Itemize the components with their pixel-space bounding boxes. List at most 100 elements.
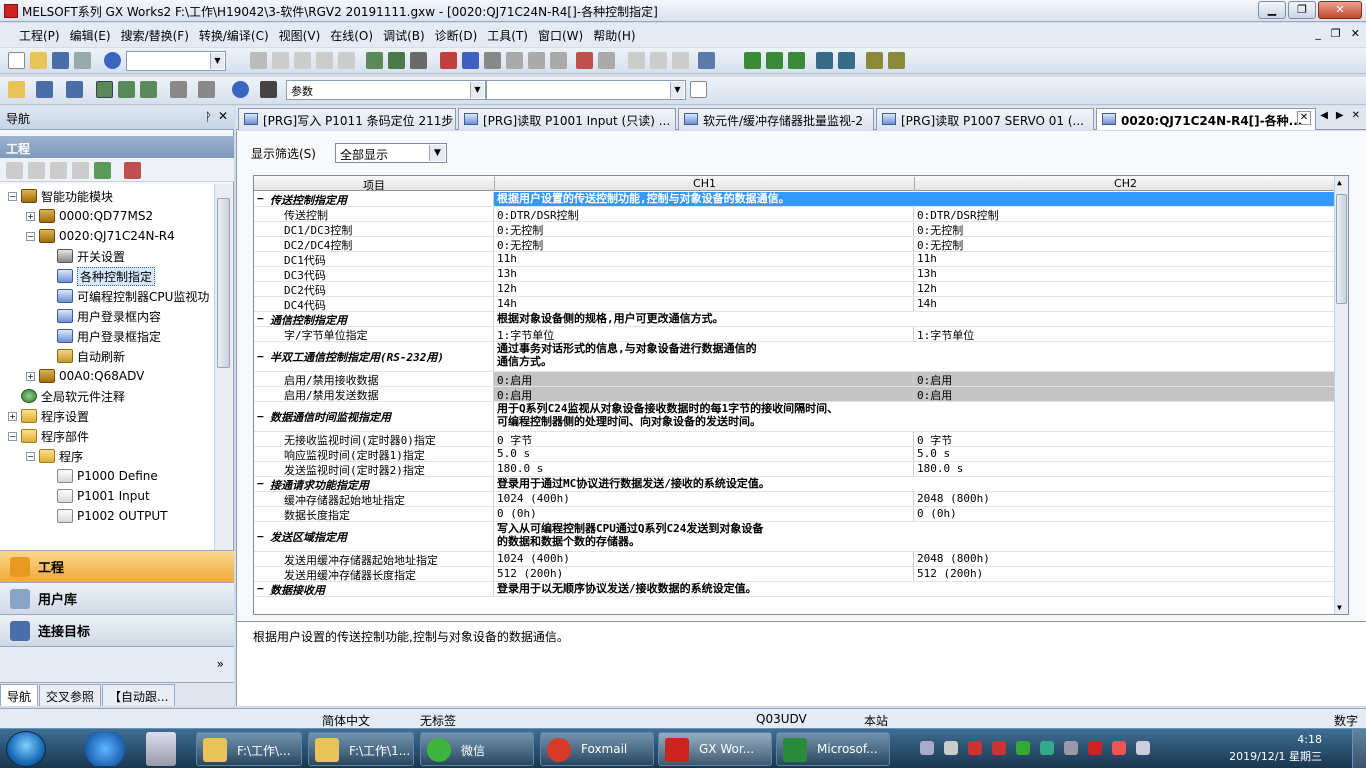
ch2-value[interactable]: 0:无控制 (914, 222, 1336, 237)
display-filter-select[interactable]: 全部显示 ▼ (335, 143, 447, 163)
ch1-value[interactable]: 0:DTR/DSR控制 (494, 207, 914, 222)
device-test-icon[interactable] (576, 52, 593, 69)
antivirus-icon[interactable] (968, 741, 982, 755)
ladder-icon-6[interactable] (866, 52, 883, 69)
taskbar-excel[interactable]: Microsof... (776, 732, 890, 766)
property-icon[interactable] (50, 162, 67, 179)
wechat-tray-icon[interactable] (1016, 741, 1030, 755)
taskbar-folder-1[interactable]: F:\工作\... (196, 732, 302, 766)
grid-row[interactable]: DC3代码 13h 13h (254, 267, 1336, 282)
ch2-value[interactable]: 0:DTR/DSR控制 (914, 207, 1336, 222)
collapse-icon[interactable]: − (8, 431, 17, 441)
app-tray-icon[interactable] (1088, 741, 1102, 755)
ch1-value[interactable]: 12h (494, 282, 914, 296)
ch1-value[interactable]: 0:启用 (494, 372, 914, 387)
monitor-icon[interactable] (506, 52, 523, 69)
tab-auto-trace[interactable]: 【自动跟... (102, 684, 176, 706)
tab-prg-read-p1001[interactable]: [PRG]读取 P1001 Input (只读) ... (458, 108, 676, 130)
collapse-icon[interactable]: − (26, 451, 35, 461)
taskbar-wechat[interactable]: 微信 (420, 732, 534, 766)
ladder-icon-4[interactable] (816, 52, 833, 69)
sort-icon[interactable] (124, 162, 141, 179)
network-icon[interactable] (1112, 741, 1126, 755)
save-icon[interactable] (52, 52, 69, 69)
dev-icon-2[interactable] (118, 81, 135, 98)
tree-item[interactable]: +00A0:Q68ADV (26, 366, 144, 386)
grid-group-row[interactable]: − 接通请求功能指定用 登录用于通过MC协议进行数据发送/接收的系统设定值。 (254, 477, 1336, 492)
ch2-value[interactable]: 180.0 s (914, 462, 1336, 476)
grid-row[interactable]: 字/字节单位指定 1:字节单位 1:字节单位 (254, 327, 1336, 342)
ch1-value[interactable]: 14h (494, 297, 914, 311)
ch1-value[interactable]: 180.0 s (494, 462, 914, 476)
menu-tools[interactable]: 工具(T) (482, 27, 533, 44)
menu-convert[interactable]: 转换/编译(C) (194, 27, 274, 44)
device-list-icon[interactable] (410, 52, 427, 69)
breakpoint-icon[interactable] (672, 52, 689, 69)
grid-row[interactable]: 缓冲存储器起始地址指定 1024 (400h) 2048 (800h) (254, 492, 1336, 507)
expand-icon[interactable]: + (26, 371, 35, 381)
tree-item[interactable]: 各种控制指定 (44, 266, 156, 286)
tree-item[interactable]: 用户登录框指定 (44, 326, 161, 346)
column-header-item[interactable]: 项目 (254, 177, 494, 193)
grid-group-row[interactable]: − 半双工通信控制指定用(RS-232用) 通过事务对话形式的信息,与对象设备进行数… (254, 342, 1336, 372)
add-data-icon[interactable] (28, 162, 45, 179)
scroll-down-icon[interactable]: ▼ (1337, 603, 1342, 612)
print-icon[interactable] (74, 52, 91, 69)
refresh-icon[interactable] (94, 162, 111, 179)
chevron-down-icon[interactable]: ▼ (429, 145, 445, 161)
tab-prg-read-p1007[interactable]: [PRG]读取 P1007 SERVO 01 (... (876, 108, 1094, 130)
device-icon[interactable] (366, 52, 383, 69)
collapse-icon[interactable]: − (8, 191, 17, 201)
calculator-icon[interactable] (146, 732, 176, 766)
grid-group-row[interactable]: − 数据接收用 登录用于以无顺序协议发送/接收数据的系统设定值。 (254, 582, 1336, 597)
grid-row[interactable]: DC2代码 12h 12h (254, 282, 1336, 297)
taskbar-gx-works[interactable]: GX Wor... (658, 732, 772, 766)
tree-item[interactable]: P1001 Input (44, 486, 150, 506)
grid-row[interactable]: DC1代码 11h 11h (254, 252, 1336, 267)
internet-explorer-icon[interactable] (80, 732, 130, 766)
grid-row[interactable]: 无接收监视时间(定时器0)指定 0 字节 0 字节 (254, 432, 1336, 447)
cut-icon[interactable] (250, 52, 267, 69)
ch1-value[interactable]: 0:无控制 (494, 222, 914, 237)
tab-close-all-icon[interactable]: ✕ (1352, 110, 1360, 121)
ch2-value[interactable]: 0:启用 (914, 387, 1336, 402)
monitor-stop-icon[interactable] (528, 52, 545, 69)
grid-row[interactable]: DC2/DC4控制 0:无控制 0:无控制 (254, 237, 1336, 252)
tree-item[interactable]: 自动刷新 (44, 346, 125, 366)
mdi-restore-button[interactable]: ❐ (1331, 27, 1341, 40)
scroll-up-icon[interactable]: ▲ (1337, 178, 1342, 187)
tab-device-batch-monitor[interactable]: 软元件/缓冲存储器批量监视-2 (678, 108, 874, 130)
copy-icon[interactable] (272, 52, 289, 69)
grid-group-row[interactable]: − 通信控制指定用 根据对象设备侧的规格,用户可更改通信方式。 (254, 312, 1336, 327)
ch1-value[interactable]: 1024 (400h) (494, 552, 914, 566)
ch1-value[interactable]: 0 字节 (494, 432, 914, 447)
ch2-value[interactable]: 11h (914, 252, 1336, 266)
show-desktop-button[interactable] (1352, 729, 1366, 768)
menu-window[interactable]: 窗口(W) (533, 27, 588, 44)
ladder-icon-7[interactable] (888, 52, 905, 69)
ch1-value[interactable]: 512 (200h) (494, 567, 914, 581)
help-icon-2[interactable] (232, 81, 249, 98)
grid-row[interactable]: 响应监视时间(定时器1)指定 5.0 s 5.0 s (254, 447, 1336, 462)
grid-row[interactable]: 启用/禁用接收数据 0:启用 0:启用 (254, 372, 1336, 387)
ch1-value[interactable]: 0:无控制 (494, 237, 914, 252)
monitor-write-icon[interactable] (550, 52, 567, 69)
minimize-button[interactable]: ▁ (1258, 1, 1286, 19)
pen-icon[interactable] (944, 741, 958, 755)
taskbar-foxmail[interactable]: Foxmail (540, 732, 654, 766)
module-config-icon[interactable] (36, 81, 53, 98)
tree-vertical-scrollbar[interactable] (214, 184, 232, 604)
shield-icon[interactable] (1064, 741, 1078, 755)
security-icon[interactable] (992, 741, 1006, 755)
project-button[interactable]: 工程 (0, 550, 234, 582)
open-folder-icon[interactable] (30, 52, 47, 69)
ladder-icon-2[interactable] (766, 52, 783, 69)
grid-group-row[interactable]: − 发送区域指定用 写入从可编程控制器CPU通过Q系列C24发送到对象设备 的数据和数… (254, 522, 1336, 552)
grid-row[interactable]: 传送控制 0:DTR/DSR控制 0:DTR/DSR控制 (254, 207, 1336, 222)
ch2-value[interactable]: 512 (200h) (914, 567, 1336, 581)
menu-diagnostics[interactable]: 诊断(D) (430, 27, 483, 44)
tab-prev-icon[interactable]: ◀ (1320, 110, 1328, 121)
grid-vertical-scrollbar[interactable]: ▲ ▼ (1334, 176, 1348, 614)
ch1-value[interactable]: 5.0 s (494, 447, 914, 461)
tree-item[interactable]: +0000:QD77MS2 (26, 206, 153, 226)
